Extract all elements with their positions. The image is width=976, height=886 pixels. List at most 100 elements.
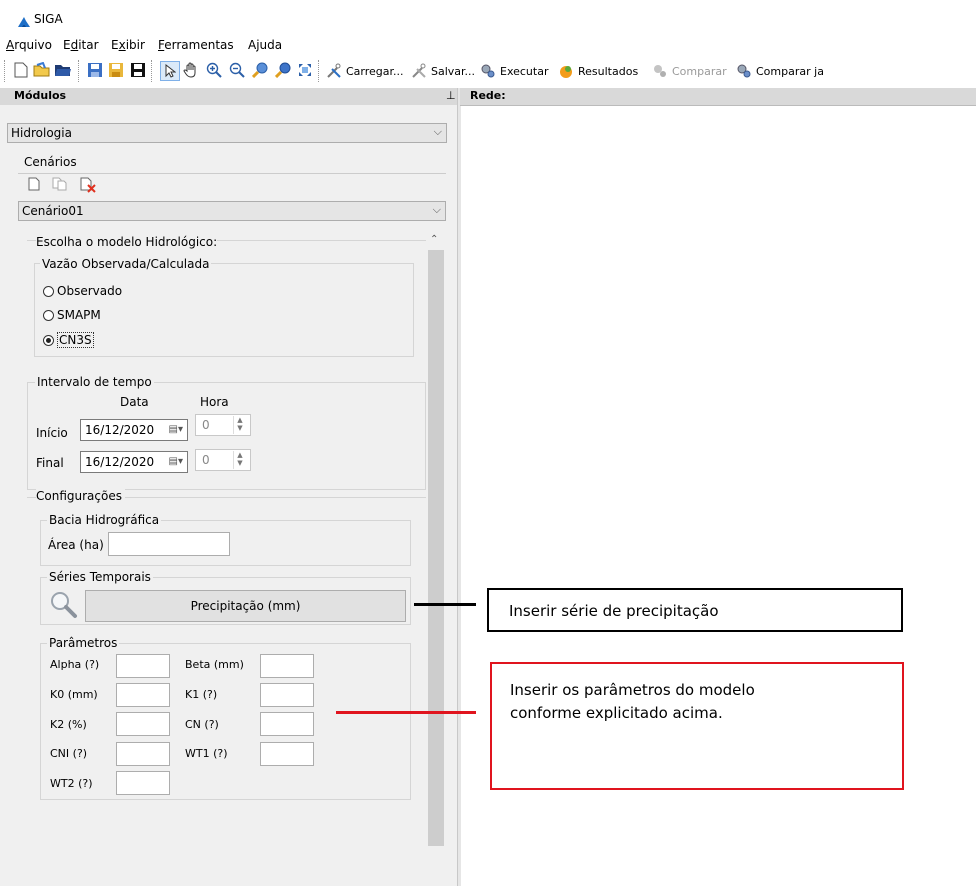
executar-label: Executar bbox=[500, 64, 549, 78]
menu-exibir[interactable]: Exibir bbox=[111, 38, 145, 52]
vazao-group-label: Vazão Observada/Calculada bbox=[40, 257, 212, 271]
chevron-down-icon: ⌵ bbox=[432, 203, 441, 216]
zoom-window-icon[interactable] bbox=[274, 61, 292, 79]
comparar-button[interactable]: Comparar bbox=[652, 62, 727, 80]
menu-arquivo[interactable]: Arquivo bbox=[6, 38, 52, 52]
k1-label: K1 (?) bbox=[185, 688, 218, 701]
menu-bar bbox=[0, 36, 976, 56]
scrollbar-thumb[interactable] bbox=[428, 250, 444, 846]
calendar-dropdown-icon: ▤▾ bbox=[168, 456, 183, 467]
radio-circle-selected bbox=[43, 334, 54, 346]
radio-smapm-label: SMAPM bbox=[57, 308, 101, 322]
radio-cn3s-label: CN3S bbox=[57, 332, 94, 348]
cn-label: CN (?) bbox=[185, 718, 219, 731]
delete-scenario-icon[interactable] bbox=[80, 177, 96, 193]
salvar-label: Salvar... bbox=[431, 64, 476, 78]
pan-hand-icon[interactable] bbox=[182, 61, 200, 79]
app-title: SIGA bbox=[34, 12, 63, 26]
wt1-label: WT1 (?) bbox=[185, 747, 228, 760]
params-callout-line1: Inserir os parâmetros do modelo bbox=[510, 681, 755, 699]
k0-input[interactable] bbox=[116, 683, 170, 707]
precip-callout-connector bbox=[414, 603, 476, 606]
resultados-button[interactable]: Resultados bbox=[558, 62, 638, 80]
save-all-icon[interactable] bbox=[107, 61, 125, 79]
alpha-input[interactable] bbox=[116, 654, 170, 678]
fit-all-icon[interactable] bbox=[296, 61, 314, 79]
rede-title: Rede: bbox=[470, 89, 506, 102]
menu-ajuda[interactable]: Ajuda bbox=[248, 38, 282, 52]
alpha-label: Alpha (?) bbox=[50, 658, 100, 671]
toolbar-separator bbox=[78, 60, 81, 82]
radio-cn3s[interactable]: CN3S bbox=[43, 332, 94, 348]
params-callout-connector bbox=[336, 711, 476, 714]
siga-logo-icon bbox=[18, 17, 30, 27]
k0-label: K0 (mm) bbox=[50, 688, 98, 701]
radio-observado[interactable]: Observado bbox=[43, 284, 122, 298]
compare-gears-icon bbox=[737, 64, 751, 78]
menu-editar[interactable]: Editar bbox=[63, 38, 99, 52]
radio-circle bbox=[43, 309, 54, 321]
modelo-title: Escolha o modelo Hidrológico: bbox=[36, 235, 218, 249]
beta-label: Beta (mm) bbox=[185, 658, 244, 671]
inicio-date-picker[interactable]: 16/12/2020 ▤▾ bbox=[80, 419, 188, 441]
beta-input[interactable] bbox=[260, 654, 314, 678]
cenarios-label: Cenários bbox=[24, 155, 81, 169]
pin-icon[interactable]: ⊥ bbox=[446, 89, 456, 102]
salvar-button[interactable]: Salvar... bbox=[411, 62, 475, 80]
folder-icon[interactable] bbox=[54, 61, 72, 79]
config-title: Configurações bbox=[36, 489, 125, 503]
spinner-arrows-icon: ▲ ▼ bbox=[233, 451, 246, 469]
wt1-input[interactable] bbox=[260, 742, 314, 766]
cn-input[interactable] bbox=[260, 712, 314, 736]
radio-circle bbox=[43, 285, 54, 297]
panel-splitter[interactable] bbox=[457, 88, 461, 886]
data-column-label: Data bbox=[120, 395, 149, 409]
comparar-ja-label: Comparar ja bbox=[756, 64, 824, 78]
new-file-icon[interactable] bbox=[12, 61, 30, 79]
zoom-in-icon[interactable] bbox=[205, 61, 223, 79]
toolbar-separator bbox=[151, 60, 154, 82]
params-callout: Inserir os parâmetros do modelo conforme… bbox=[490, 662, 904, 790]
open-folder-icon[interactable] bbox=[33, 61, 51, 79]
series-label: Séries Temporais bbox=[47, 570, 153, 584]
save-blue-icon[interactable] bbox=[86, 61, 104, 79]
radio-observado-label: Observado bbox=[57, 284, 123, 298]
bacia-label: Bacia Hidrográfica bbox=[47, 513, 162, 527]
menu-ferramentas[interactable]: Ferramentas bbox=[158, 38, 234, 52]
cenarios-divider bbox=[18, 160, 446, 174]
cenario-select[interactable]: Cenário01 ⌵ bbox=[18, 201, 446, 221]
wt2-input[interactable] bbox=[116, 771, 170, 795]
tools-icon bbox=[327, 63, 341, 78]
inicio-label: Início bbox=[36, 426, 68, 440]
copy-scenario-icon[interactable] bbox=[52, 177, 68, 193]
final-date-picker[interactable]: 16/12/2020 ▤▾ bbox=[80, 451, 188, 473]
pointer-select-icon[interactable] bbox=[160, 61, 180, 81]
scroll-up-icon[interactable]: ⌃ bbox=[430, 234, 438, 245]
parametros-label: Parâmetros bbox=[47, 636, 120, 650]
modulos-title: Módulos bbox=[14, 89, 67, 102]
zoom-extent-icon[interactable] bbox=[251, 61, 269, 79]
carregar-button[interactable]: Carregar... bbox=[326, 62, 404, 80]
carregar-label: Carregar... bbox=[346, 64, 404, 78]
final-hora-value: 0 bbox=[202, 453, 210, 467]
radio-smapm[interactable]: SMAPM bbox=[43, 308, 101, 322]
final-hora-spinner[interactable]: 0 ▲ ▼ bbox=[195, 449, 251, 471]
k1-input[interactable] bbox=[260, 683, 314, 707]
k2-input[interactable] bbox=[116, 712, 170, 736]
executar-button[interactable]: Executar bbox=[480, 62, 549, 80]
tools-icon bbox=[412, 63, 426, 78]
toolbar-grip bbox=[4, 60, 7, 82]
wt2-label: WT2 (?) bbox=[50, 777, 93, 790]
zoom-out-icon[interactable] bbox=[228, 61, 246, 79]
inicio-hora-spinner[interactable]: 0 ▲ ▼ bbox=[195, 414, 251, 436]
cni-input[interactable] bbox=[116, 742, 170, 766]
comparar-ja-button[interactable]: Comparar ja bbox=[736, 62, 824, 80]
title-bar bbox=[0, 0, 976, 34]
search-magnifier-icon[interactable] bbox=[48, 589, 78, 619]
precipitacao-button[interactable]: Precipitação (mm) bbox=[85, 590, 406, 622]
precip-callout-text: Inserir série de precipitação bbox=[509, 602, 719, 620]
new-scenario-icon[interactable] bbox=[28, 177, 42, 193]
module-select[interactable]: Hidrologia ⌵ bbox=[7, 123, 447, 143]
save-icon[interactable] bbox=[129, 61, 147, 79]
area-input[interactable] bbox=[108, 532, 230, 556]
